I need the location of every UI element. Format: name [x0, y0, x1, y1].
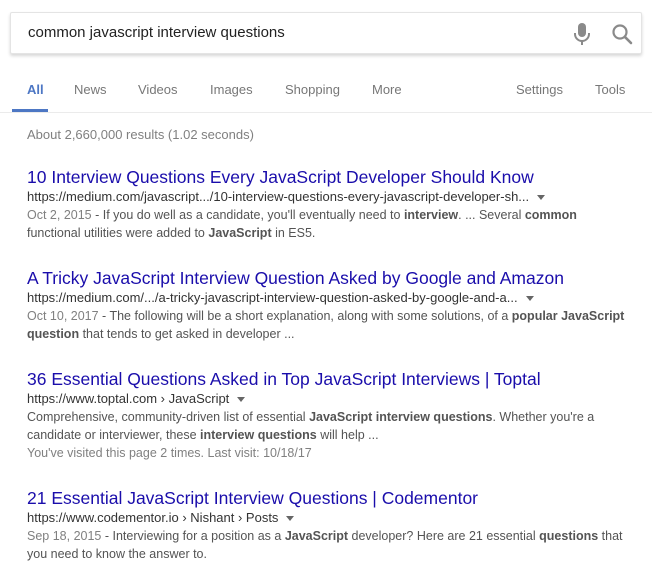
result-url: https://www.toptal.com › JavaScript	[27, 390, 627, 408]
search-result: A Tricky JavaScript Interview Question A…	[27, 268, 627, 343]
snippet-text: in ES5.	[271, 226, 316, 240]
tab-all[interactable]: All	[27, 82, 44, 97]
tab-tools[interactable]: Tools	[595, 82, 625, 97]
result-snippet: Sep 18, 2015 - Interviewing for a positi…	[27, 527, 627, 563]
snippet-keyword: interview questions	[200, 428, 317, 442]
snippet-text: . ... Several	[458, 208, 525, 222]
result-url: https://www.codementor.io › Nishant › Po…	[27, 509, 627, 527]
search-result: 10 Interview Questions Every JavaScript …	[27, 167, 627, 242]
snippet-text: that tends to get asked in developer ...	[79, 327, 295, 341]
tab-images[interactable]: Images	[210, 82, 253, 97]
snippet-text: - Interviewing for a position as a	[101, 529, 285, 543]
result-title-link[interactable]: 21 Essential JavaScript Interview Questi…	[27, 488, 627, 509]
search-result: 21 Essential JavaScript Interview Questi…	[27, 488, 627, 563]
result-url-text: https://medium.com/javascript.../10-inte…	[27, 189, 530, 204]
snippet-keyword: interview	[403, 208, 459, 222]
result-date: Oct 2, 2015	[27, 208, 92, 222]
result-date: Sep 18, 2015	[27, 529, 102, 543]
result-stats: About 2,660,000 results (1.02 seconds)	[27, 127, 254, 142]
snippet-text: will help ...	[316, 428, 379, 442]
search-input[interactable]: common javascript interview questions	[28, 24, 285, 41]
microphone-icon[interactable]	[571, 22, 593, 46]
result-title-link[interactable]: 36 Essential Questions Asked in Top Java…	[27, 369, 627, 390]
result-snippet: Oct 2, 2015 - If you do well as a candid…	[27, 206, 627, 242]
result-url-text: https://www.codementor.io › Nishant › Po…	[27, 510, 279, 525]
snippet-text: Comprehensive, community-driven list of …	[27, 410, 310, 424]
tab-videos[interactable]: Videos	[138, 82, 178, 97]
caret-down-icon[interactable]	[286, 516, 295, 522]
visited-note: You've visited this page 2 times. Last v…	[27, 446, 312, 460]
tab-settings[interactable]: Settings	[516, 82, 563, 97]
search-box[interactable]: common javascript interview questions	[10, 12, 642, 54]
caret-down-icon[interactable]	[237, 397, 246, 403]
tab-news[interactable]: News	[74, 82, 107, 97]
result-url-text: https://medium.com/.../a-tricky-javascri…	[27, 290, 518, 305]
snippet-text: - If you do well as a candidate, you'll …	[91, 208, 404, 222]
snippet-keyword: JavaScript	[284, 529, 349, 543]
result-snippet: Comprehensive, community-driven list of …	[27, 408, 627, 444]
snippet-keyword: JavaScript	[208, 226, 272, 240]
snippet-keyword: popular	[511, 309, 558, 323]
result-title-link[interactable]: A Tricky JavaScript Interview Question A…	[27, 268, 627, 289]
result-url: https://medium.com/.../a-tricky-javascri…	[27, 289, 627, 307]
search-tabs: All News Videos Images Shopping More Set…	[0, 76, 652, 113]
result-url: https://medium.com/javascript.../10-inte…	[27, 188, 627, 206]
caret-down-icon[interactable]	[525, 296, 534, 302]
tab-more[interactable]: More	[372, 82, 402, 97]
result-title-link[interactable]: 10 Interview Questions Every JavaScript …	[27, 167, 627, 188]
snippet-text: - The following will be a short explanat…	[98, 309, 512, 323]
snippet-keyword: common	[524, 208, 577, 222]
active-tab-indicator	[12, 109, 48, 112]
result-url-text: https://www.toptal.com › JavaScript	[27, 391, 230, 406]
result-snippet: Oct 10, 2017 - The following will be a s…	[27, 307, 627, 343]
search-icon[interactable]	[611, 23, 633, 45]
tab-shopping[interactable]: Shopping	[285, 82, 340, 97]
snippet-keyword: JavaScript interview questions	[309, 410, 493, 424]
search-result: 36 Essential Questions Asked in Top Java…	[27, 369, 627, 462]
snippet-keyword: questions	[539, 529, 599, 543]
snippet-text: developer? Here are 21 essential	[348, 529, 540, 543]
snippet-text: functional utilities were added to	[27, 226, 209, 240]
caret-down-icon[interactable]	[537, 195, 546, 201]
result-date: Oct 10, 2017	[27, 309, 99, 323]
